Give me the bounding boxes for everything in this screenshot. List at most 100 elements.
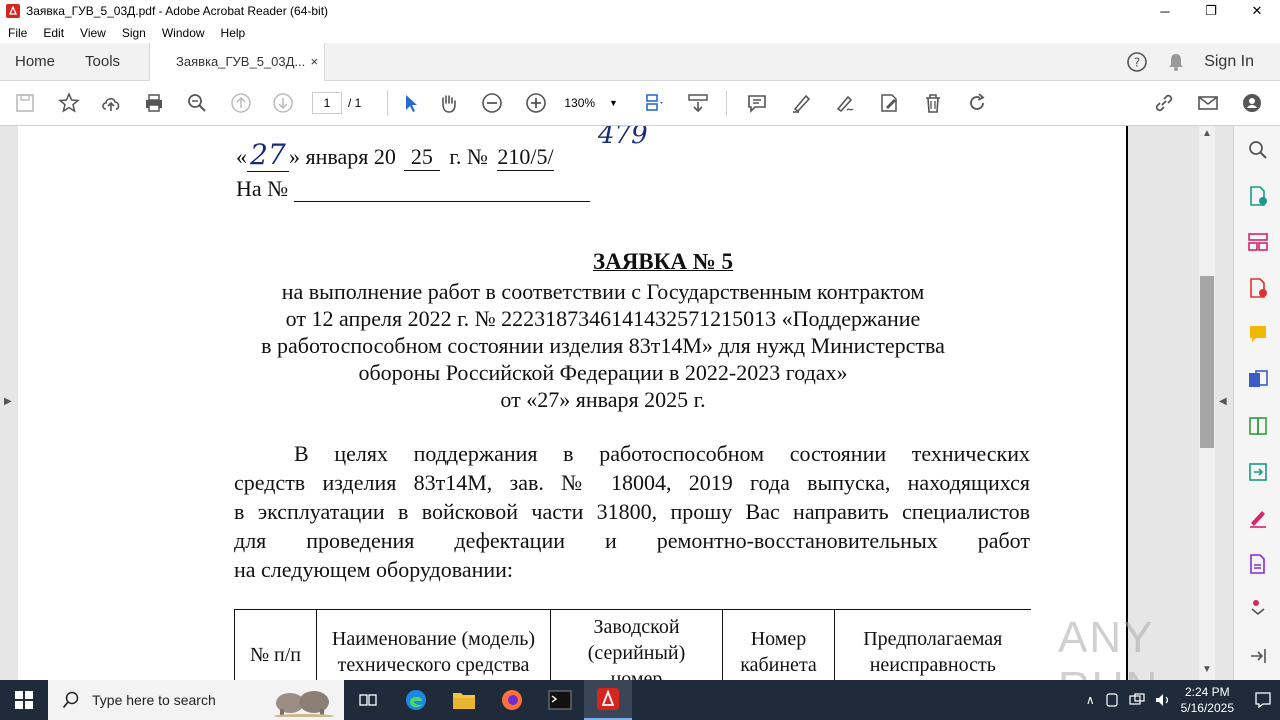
send-for-review-icon[interactable] xyxy=(1246,460,1270,484)
scroll-up-icon[interactable]: ▲ xyxy=(1202,128,1212,139)
clock[interactable]: 2:24 PM 5/16/2025 xyxy=(1181,684,1234,716)
date-open-quote: « xyxy=(236,144,247,169)
body-line: на следующем оборудовании: xyxy=(234,557,514,582)
reference-blank xyxy=(293,178,590,202)
acrobat-taskbar-icon[interactable] xyxy=(584,680,632,720)
menu-view[interactable]: View xyxy=(72,26,114,40)
protect-pdf-icon[interactable] xyxy=(1246,552,1270,576)
edit-document-icon[interactable] xyxy=(867,81,911,126)
sign-in-link[interactable]: Sign In xyxy=(1204,53,1254,71)
previous-page-icon[interactable] xyxy=(220,81,262,126)
page-total-label: / 1 xyxy=(348,96,362,110)
compare-files-icon[interactable] xyxy=(1246,414,1270,438)
zoom-out-icon[interactable] xyxy=(470,81,514,126)
close-tab-icon[interactable]: × xyxy=(310,54,318,69)
email-icon[interactable] xyxy=(1186,81,1230,126)
menu-file[interactable]: File xyxy=(0,26,35,40)
select-cursor-icon[interactable] xyxy=(396,81,426,126)
tab-tools[interactable]: Tools xyxy=(70,53,135,70)
vertical-scrollbar[interactable]: ▲ ▼ xyxy=(1199,126,1215,680)
menu-window[interactable]: Window xyxy=(154,26,213,40)
taskbar-search-box[interactable]: Type here to search xyxy=(48,680,344,720)
menu-sign[interactable]: Sign xyxy=(114,26,154,40)
chevron-down-icon: ▼ xyxy=(609,98,618,108)
subtitle-line: от «27» января 2025 г. xyxy=(500,387,706,412)
tab-home[interactable]: Home xyxy=(0,53,70,70)
zoom-select[interactable]: 130% ▼ xyxy=(564,96,618,110)
bookmark-star-icon[interactable] xyxy=(50,81,88,126)
rotate-icon[interactable] xyxy=(955,81,999,126)
toolbar-divider xyxy=(387,90,389,116)
anyrun-watermark: ANY RUN xyxy=(1058,613,1157,680)
firefox-icon[interactable] xyxy=(488,688,536,712)
document-viewport[interactable]: ▶ «27» января 20 25 г. № 210/5/ 479 На № … xyxy=(0,126,1233,680)
draw-signature-icon[interactable] xyxy=(823,81,867,126)
network-icon[interactable] xyxy=(1129,693,1145,707)
zoom-search-icon[interactable] xyxy=(174,81,220,126)
next-page-icon[interactable] xyxy=(262,81,304,126)
fill-and-sign-icon[interactable] xyxy=(1246,506,1270,530)
right-panel-collapse-icon[interactable]: ◀ xyxy=(1219,396,1227,407)
equipment-table: № п/п Наименование (модель) технического… xyxy=(234,609,1031,680)
more-tools-icon[interactable] xyxy=(1246,596,1270,620)
menu-bar: File Edit View Sign Window Help xyxy=(0,22,1280,43)
subtitle-line: от 12 апреля 2022 г. № 22231873461414325… xyxy=(285,306,921,331)
menu-edit[interactable]: Edit xyxy=(35,26,72,40)
combine-files-icon[interactable] xyxy=(1246,368,1270,392)
terminal-icon[interactable] xyxy=(536,690,584,710)
zoom-in-icon[interactable] xyxy=(514,81,558,126)
outgoing-number: 210/5/ xyxy=(497,144,554,171)
page-display-icon[interactable] xyxy=(632,81,678,126)
scroll-down-icon[interactable]: ▼ xyxy=(1202,664,1212,675)
user-account-icon[interactable] xyxy=(1230,81,1274,126)
tab-bar: Home Tools Заявка_ГУВ_5_03Д... × ? Sign … xyxy=(0,42,1280,81)
comment-tool-icon[interactable] xyxy=(1246,322,1270,346)
hand-tool-icon[interactable] xyxy=(426,81,470,126)
highlight-pen-icon[interactable] xyxy=(779,81,823,126)
zoom-value: 130% xyxy=(564,96,596,110)
chevron-up-icon[interactable]: ∧ xyxy=(1086,693,1095,707)
page-number-input[interactable]: 1 xyxy=(312,92,342,114)
create-pdf-icon[interactable] xyxy=(1246,276,1270,300)
help-icon[interactable]: ? xyxy=(1126,51,1148,73)
date-line: «27» января 20 25 г. № 210/5/ xyxy=(236,138,554,172)
reference-line: На № xyxy=(236,176,590,202)
menu-help[interactable]: Help xyxy=(213,26,254,40)
notification-bell-icon[interactable] xyxy=(1166,52,1186,72)
minimize-button[interactable]: ─ xyxy=(1142,0,1188,22)
upload-cloud-icon[interactable] xyxy=(88,81,134,126)
date-year: 25 xyxy=(403,144,440,171)
close-window-button[interactable]: ✕ xyxy=(1234,0,1280,22)
search-tool-icon[interactable] xyxy=(1246,138,1270,162)
tab-document-label: Заявка_ГУВ_5_03Д... xyxy=(176,54,306,69)
print-icon[interactable] xyxy=(134,81,174,126)
scroll-mode-icon[interactable] xyxy=(678,81,718,126)
left-panel-expand-icon[interactable]: ▶ xyxy=(4,396,12,407)
notifications-icon[interactable] xyxy=(1254,691,1272,709)
volume-icon[interactable] xyxy=(1155,693,1171,707)
task-view-icon[interactable] xyxy=(344,691,392,709)
subtitle-line: в работоспособном состоянии изделия 83т1… xyxy=(261,333,945,358)
heading-wrap: ЗАЯВКА № 5 xyxy=(18,249,1128,275)
subtitle-line: на выполнение работ в соответствии с Гос… xyxy=(281,279,925,304)
scrollbar-thumb[interactable] xyxy=(1200,276,1214,448)
body-paragraph: В целях поддержания в работоспособном со… xyxy=(234,439,1030,584)
tab-document[interactable]: Заявка_ГУВ_5_03Д... × xyxy=(149,42,326,81)
export-pdf-icon[interactable] xyxy=(1246,184,1270,208)
comment-icon[interactable] xyxy=(735,81,779,126)
organize-pages-icon[interactable] xyxy=(1246,230,1270,254)
delete-trash-icon[interactable] xyxy=(911,81,955,126)
save-icon[interactable] xyxy=(0,81,50,126)
edge-browser-icon[interactable] xyxy=(392,688,440,712)
maximize-button[interactable]: ❐ xyxy=(1188,0,1234,22)
security-icon[interactable] xyxy=(1105,693,1119,707)
file-explorer-icon[interactable] xyxy=(440,689,488,711)
table-header-cell: Номер кабинета xyxy=(722,609,835,680)
table-header-cell: № п/п xyxy=(234,609,317,680)
share-link-icon[interactable] xyxy=(1142,81,1186,126)
windows-start-icon[interactable] xyxy=(0,680,48,720)
toolbar: 1 / 1 130% ▼ xyxy=(0,81,1280,126)
windows-taskbar: Type here to search ∧ 2:24 PM 5/16/2025 xyxy=(0,680,1280,720)
handwritten-number: 479 xyxy=(598,126,648,150)
collapse-pane-icon[interactable] xyxy=(1246,644,1270,668)
